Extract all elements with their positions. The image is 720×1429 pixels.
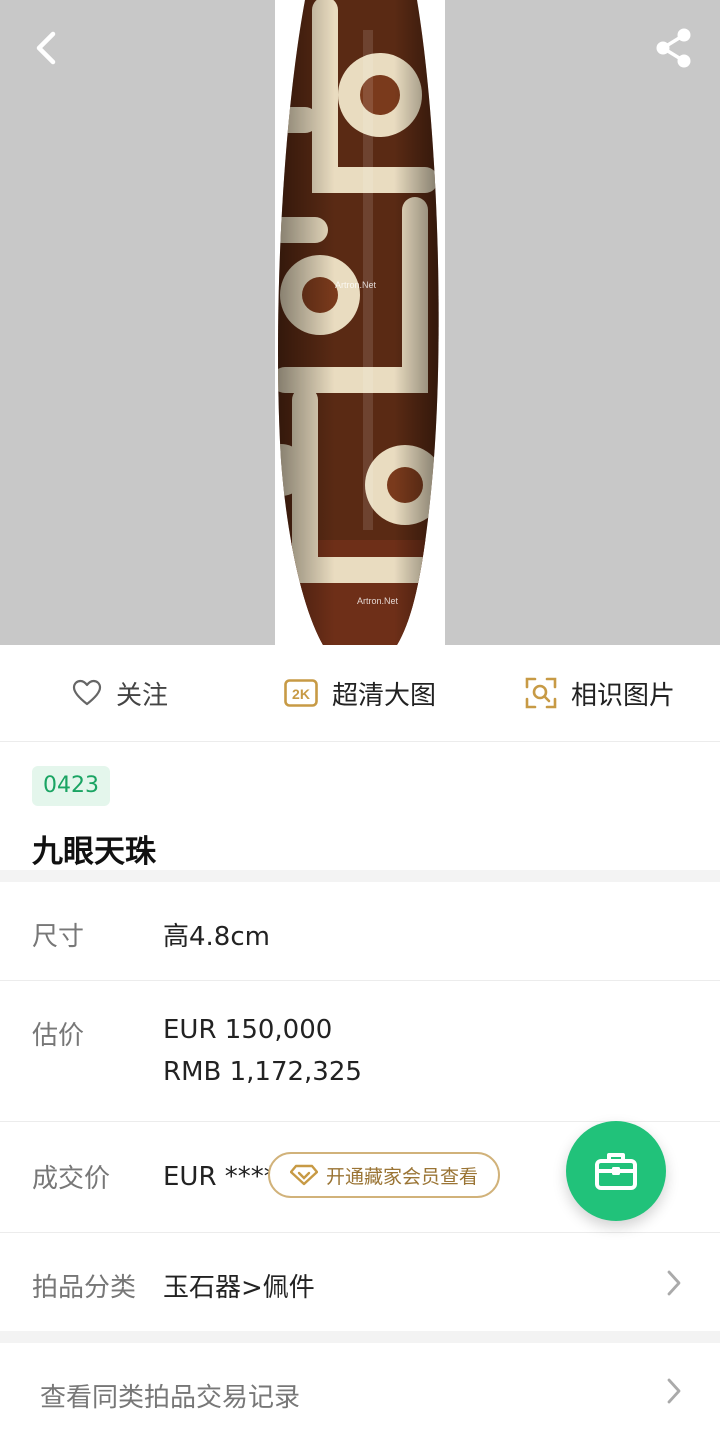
dzi-bead-image: Artron.Net Artron.Net — [278, 0, 439, 645]
vip-membership-button[interactable]: 开通藏家会员查看 — [268, 1152, 500, 1198]
category-row[interactable]: 拍品分类 玉石器>佩件 — [0, 1233, 720, 1331]
section-divider — [0, 870, 720, 882]
diamond-icon — [289, 1164, 318, 1186]
hd-image-button[interactable]: 2K 超清大图 — [240, 675, 480, 712]
deal-price-value: EUR **** — [163, 1162, 277, 1192]
estimate-row: 估价 EUR 150,000 RMB 1,172,325 — [0, 981, 720, 1122]
estimate-eur: EUR 150,000 — [163, 1015, 333, 1045]
section-divider-2 — [0, 1331, 720, 1343]
size-value: 高4.8cm — [163, 922, 270, 952]
hero-image-area[interactable]: Artron.Net Artron.Net — [0, 0, 720, 645]
category-value: 玉石器>佩件 — [163, 1273, 315, 1303]
deal-price-label: 成交价 — [32, 1164, 111, 1194]
lot-title-block: 0423 九眼天珠 — [0, 742, 720, 870]
briefcase-icon — [595, 1153, 637, 1190]
similar-images-button[interactable]: 相识图片 — [480, 675, 720, 712]
follow-button[interactable]: 关注 — [0, 675, 240, 712]
briefcase-fab-button[interactable] — [566, 1121, 666, 1221]
share-icon — [656, 28, 691, 68]
hd-image-label: 超清大图 — [331, 680, 436, 711]
back-button[interactable] — [18, 20, 74, 76]
chevron-right-icon-2 — [666, 1377, 682, 1405]
watermark-1: Artron.Net — [335, 280, 377, 290]
lot-title: 九眼天珠 — [32, 834, 156, 870]
trade-records-link[interactable]: 查看同类拍品交易记录 — [0, 1343, 720, 1429]
heart-icon — [72, 679, 102, 707]
chevron-right-icon — [666, 1269, 682, 1297]
similar-images-label: 相识图片 — [570, 680, 675, 711]
hd-2k-icon: 2K — [284, 679, 318, 707]
size-label: 尺寸 — [32, 922, 85, 952]
hd-badge-text: 2K — [292, 686, 310, 702]
image-search-icon — [525, 677, 557, 709]
action-bar: 关注 2K 超清大图 相识图片 — [0, 645, 720, 742]
watermark-2: Artron.Net — [357, 596, 399, 606]
follow-label: 关注 — [115, 680, 168, 711]
category-label: 拍品分类 — [32, 1273, 137, 1303]
vip-button-label: 开通藏家会员查看 — [325, 1165, 478, 1188]
estimate-label: 估价 — [32, 1021, 85, 1051]
lot-number-badge: 0423 — [32, 766, 110, 806]
estimate-rmb: RMB 1,172,325 — [163, 1057, 362, 1087]
lot-photo[interactable]: Artron.Net Artron.Net — [275, 0, 445, 645]
share-button[interactable] — [646, 20, 702, 76]
size-row: 尺寸 高4.8cm — [0, 882, 720, 981]
chevron-left-icon — [36, 31, 56, 65]
trade-records-label: 查看同类拍品交易记录 — [40, 1383, 301, 1413]
